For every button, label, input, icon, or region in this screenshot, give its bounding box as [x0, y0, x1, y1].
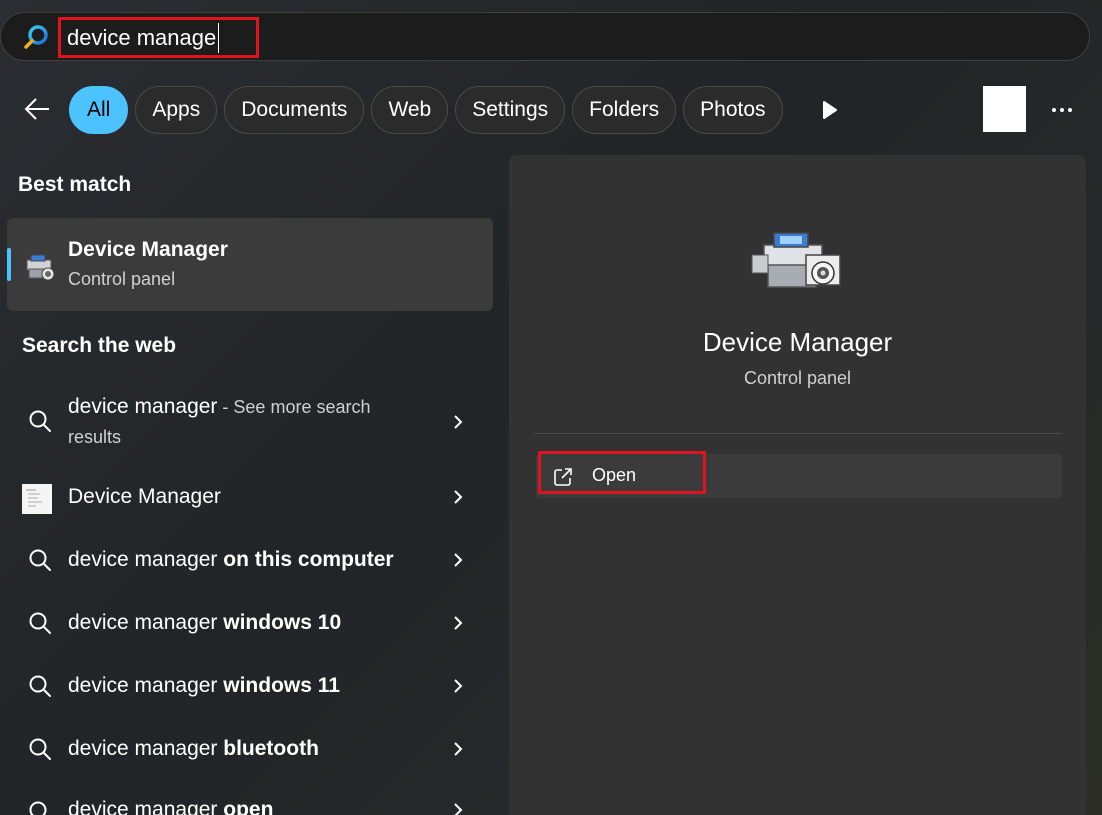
result-suffix: windows 11 — [223, 674, 340, 697]
search-icon — [29, 801, 47, 815]
search-icon — [29, 738, 51, 760]
chevron-right-icon — [454, 490, 463, 504]
result-more-line2: results — [68, 427, 122, 447]
chevron-right-icon — [454, 553, 463, 567]
search-logo-icon — [24, 25, 48, 49]
best-match-heading: Best match — [18, 173, 132, 196]
play-icon[interactable] — [815, 96, 843, 124]
preview-subtitle: Control panel — [743, 368, 852, 388]
result-query: Device Manager — [68, 485, 221, 508]
result-query: device manager — [68, 798, 218, 815]
text-caret — [218, 22, 219, 53]
result-query: device manager — [68, 737, 218, 760]
best-match-subtitle: Control panel — [68, 269, 176, 289]
search-icon — [29, 549, 51, 571]
open-button[interactable]: Open — [592, 465, 636, 486]
chevron-right-icon — [454, 803, 463, 815]
chevron-right-icon — [454, 679, 463, 693]
result-suffix: windows 10 — [223, 611, 342, 634]
chevron-right-icon — [454, 742, 463, 756]
list-item[interactable]: Device Manager — [7, 478, 493, 518]
filter-chip-all[interactable]: All — [69, 86, 129, 134]
result-query: device manager — [68, 548, 218, 571]
result-query: device manager — [68, 395, 218, 418]
device-manager-icon — [26, 254, 55, 281]
list-item[interactable]: device manager windows 11 — [7, 666, 493, 706]
filter-chip-photos[interactable]: Photos — [683, 86, 783, 134]
result-suffix: open — [223, 798, 274, 815]
search-web-heading: Search the web — [22, 334, 177, 357]
result-suffix: on this computer — [223, 548, 394, 571]
filter-chip-web[interactable]: Web — [371, 86, 449, 134]
search-input-highlight — [58, 17, 259, 58]
filter-chip-folders[interactable]: Folders — [572, 86, 677, 134]
filter-chip-documents[interactable]: Documents — [224, 86, 365, 134]
selection-indicator — [7, 248, 11, 281]
device-manager-icon — [751, 232, 841, 288]
chevron-right-icon — [454, 616, 463, 630]
list-item[interactable]: device manager - See more search results — [7, 390, 493, 456]
chevron-right-icon — [454, 415, 463, 429]
more-options-icon[interactable] — [1046, 98, 1078, 122]
search-icon — [29, 675, 51, 697]
list-item[interactable]: device manager open — [7, 792, 493, 815]
filter-chips: All Apps Documents Web Settings Folders … — [69, 86, 783, 134]
list-item[interactable]: device manager bluetooth — [7, 729, 493, 769]
search-bar[interactable] — [0, 12, 1090, 61]
filter-chip-apps[interactable]: Apps — [135, 86, 218, 134]
result-suffix: bluetooth — [223, 737, 319, 760]
preview-pane: Device Manager Control panel Open — [509, 155, 1086, 815]
thumbnail-icon — [22, 484, 52, 514]
result-query: device manager — [68, 611, 218, 634]
list-item[interactable]: device manager on this computer — [7, 540, 493, 580]
search-icon — [29, 410, 51, 432]
back-arrow-icon[interactable] — [22, 94, 52, 124]
search-input[interactable] — [67, 24, 217, 51]
filter-chip-settings[interactable]: Settings — [455, 86, 566, 134]
search-icon — [29, 612, 51, 634]
profile-avatar[interactable] — [983, 86, 1026, 132]
divider — [534, 433, 1062, 434]
best-match-title: Device Manager — [68, 238, 228, 261]
preview-title: Device Manager — [702, 327, 893, 357]
open-external-icon — [554, 468, 572, 486]
result-more: - See more search — [217, 397, 371, 417]
list-item[interactable]: device manager windows 10 — [7, 603, 493, 643]
best-match-item[interactable]: Device Manager Control panel — [7, 218, 493, 311]
result-query: device manager — [68, 674, 218, 697]
